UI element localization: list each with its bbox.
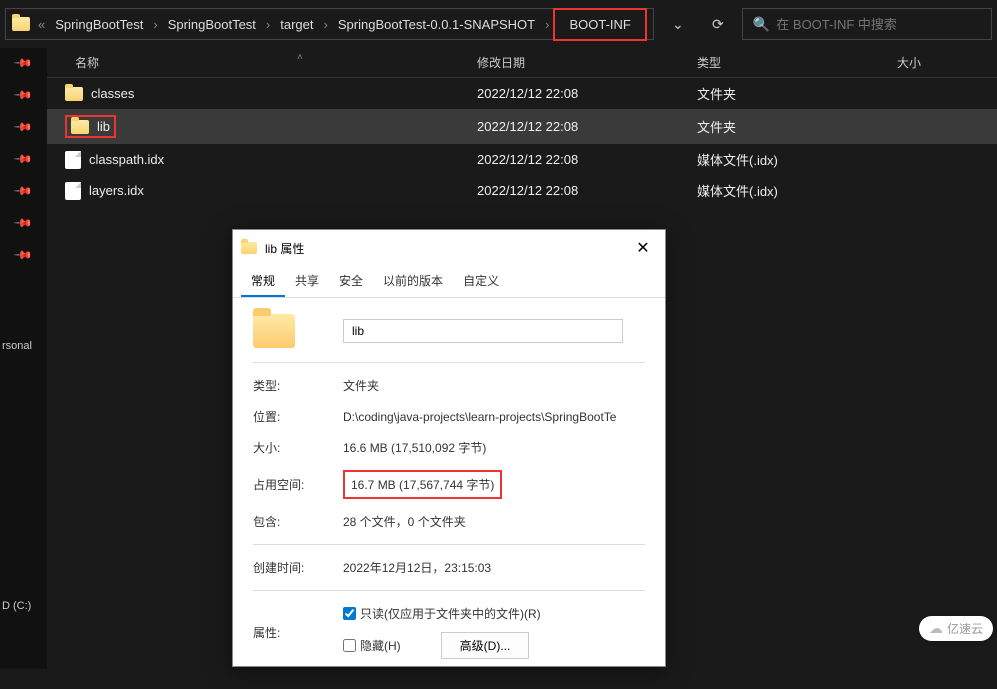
label-type: 类型: (253, 377, 343, 394)
search-icon: 🔍 (753, 16, 770, 33)
value-contains: 28 个文件，0 个文件夹 (343, 513, 645, 530)
folder-icon-large (253, 314, 295, 348)
column-header-type[interactable]: 类型 (697, 54, 897, 71)
file-row[interactable]: classes 2022/12/12 22:08 文件夹 (47, 78, 997, 109)
file-date: 2022/12/12 22:08 (477, 183, 697, 198)
pin-icon[interactable]: 📌 (13, 53, 33, 73)
file-type: 文件夹 (697, 117, 897, 136)
file-row[interactable]: classpath.idx 2022/12/12 22:08 媒体文件(.idx… (47, 144, 997, 175)
search-input[interactable] (776, 17, 981, 32)
value-location: D:\coding\java-projects\learn-projects\S… (343, 410, 645, 424)
label-created: 创建时间: (253, 559, 343, 576)
pin-icon[interactable]: 📌 (13, 245, 33, 265)
breadcrumb-item[interactable]: target (274, 13, 319, 36)
sort-indicator-icon: ˄ (297, 52, 303, 63)
breadcrumb-item[interactable]: SpringBootTest (49, 13, 149, 36)
file-icon (65, 182, 81, 200)
dialog-tabs: 常规 共享 安全 以前的版本 自定义 (233, 266, 665, 298)
file-name: classpath.idx (89, 152, 164, 167)
label-contains: 包含: (253, 513, 343, 530)
chevron-left-icon[interactable]: « (38, 17, 45, 32)
file-type: 媒体文件(.idx) (697, 150, 897, 169)
cloud-icon: ☁ (929, 620, 943, 637)
file-date: 2022/12/12 22:08 (477, 119, 697, 134)
breadcrumb-item[interactable]: SpringBootTest-0.0.1-SNAPSHOT (332, 13, 541, 36)
pin-icon[interactable]: 📌 (13, 213, 33, 233)
sidebar-label-drive[interactable]: D (C:) (0, 600, 31, 612)
pin-icon[interactable]: 📌 (13, 149, 33, 169)
value-created: 2022年12月12日，23:15:03 (343, 559, 645, 576)
label-size: 大小: (253, 439, 343, 456)
hidden-checkbox[interactable]: 隐藏(H) (343, 637, 401, 654)
chevron-right-icon: › (324, 17, 328, 32)
value-size: 16.6 MB (17,510,092 字节) (343, 439, 645, 456)
file-name: layers.idx (89, 183, 144, 198)
column-header-name[interactable]: 名称˄ (47, 54, 477, 71)
tab-previous[interactable]: 以前的版本 (373, 266, 453, 297)
file-row-selected[interactable]: lib 2022/12/12 22:08 文件夹 (47, 109, 997, 144)
pin-icon[interactable]: 📌 (13, 85, 33, 105)
tab-custom[interactable]: 自定义 (453, 266, 509, 297)
folder-icon (241, 242, 257, 254)
search-box[interactable]: 🔍 (742, 8, 992, 40)
column-header-size[interactable]: 大小 (897, 54, 997, 71)
history-dropdown-button[interactable]: ⌄ (662, 8, 694, 40)
pin-icon[interactable]: 📌 (13, 181, 33, 201)
chevron-right-icon: › (153, 17, 157, 32)
pin-icon[interactable]: 📌 (13, 117, 33, 137)
value-size-on-disk: 16.7 MB (17,567,744 字节) (343, 470, 502, 499)
properties-dialog: lib 属性 ✕ 常规 共享 安全 以前的版本 自定义 类型:文件夹 位置:D:… (232, 229, 666, 667)
watermark-text: 亿速云 (947, 620, 983, 637)
folder-icon (12, 17, 30, 31)
folder-icon (65, 87, 83, 101)
tab-sharing[interactable]: 共享 (285, 266, 329, 297)
file-name: classes (91, 86, 134, 101)
column-headers: 名称˄ 修改日期 类型 大小 (47, 48, 997, 78)
file-type: 文件夹 (697, 84, 897, 103)
dialog-body: 类型:文件夹 位置:D:\coding\java-projects\learn-… (233, 298, 665, 689)
folder-name-input[interactable] (343, 319, 623, 343)
file-date: 2022/12/12 22:08 (477, 152, 697, 167)
watermark: ☁ 亿速云 (919, 616, 993, 641)
column-header-date[interactable]: 修改日期 (477, 54, 697, 71)
file-type: 媒体文件(.idx) (697, 181, 897, 200)
advanced-button[interactable]: 高级(D)... (441, 632, 530, 659)
tab-general[interactable]: 常规 (241, 266, 285, 297)
sidebar: 📌 📌 📌 📌 📌 📌 📌 (0, 48, 47, 669)
file-date: 2022/12/12 22:08 (477, 86, 697, 101)
folder-icon (71, 120, 89, 134)
value-type: 文件夹 (343, 377, 645, 394)
label-location: 位置: (253, 408, 343, 425)
address-bar: « SpringBootTest › SpringBootTest › targ… (0, 0, 997, 48)
close-button[interactable]: ✕ (629, 236, 657, 260)
label-attributes: 属性: (253, 624, 343, 641)
chevron-right-icon: › (266, 17, 270, 32)
sidebar-label-personal[interactable]: rsonal (0, 340, 32, 352)
breadcrumb-item-current[interactable]: BOOT-INF (553, 8, 646, 41)
file-row[interactable]: layers.idx 2022/12/12 22:08 媒体文件(.idx) (47, 175, 997, 206)
file-name: lib (97, 119, 110, 134)
dialog-titlebar[interactable]: lib 属性 ✕ (233, 230, 665, 266)
label-size-on-disk: 占用空间: (253, 476, 343, 493)
tab-security[interactable]: 安全 (329, 266, 373, 297)
dialog-title: lib 属性 (265, 240, 621, 257)
breadcrumb[interactable]: « SpringBootTest › SpringBootTest › targ… (5, 8, 654, 40)
breadcrumb-item[interactable]: SpringBootTest (162, 13, 262, 36)
file-icon (65, 151, 81, 169)
readonly-checkbox[interactable]: 只读(仅应用于文件夹中的文件)(R) (343, 605, 645, 622)
refresh-button[interactable]: ⟳ (702, 8, 734, 40)
chevron-right-icon: › (545, 17, 549, 32)
